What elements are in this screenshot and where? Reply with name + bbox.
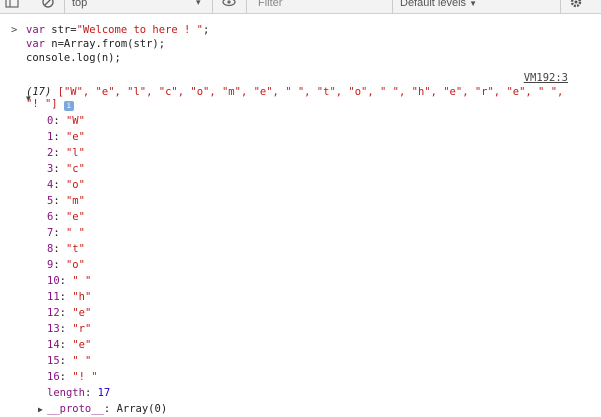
array-entry: 3: "c" — [47, 163, 85, 175]
array-entry: 9: "o" — [47, 259, 85, 271]
array-entry: 6: "e" — [47, 211, 85, 223]
entry-index: 6 — [47, 211, 54, 223]
eye-icon[interactable] — [221, 0, 237, 12]
entry-index: 0 — [47, 115, 54, 127]
entry-value: " " — [72, 275, 92, 287]
entry-index: 7 — [47, 227, 54, 239]
code-token: str= — [44, 24, 77, 36]
entry-value: " " — [65, 227, 85, 239]
array-entry: 15: " " — [47, 355, 92, 367]
array-entry: 16: "! " — [47, 371, 98, 383]
toolbar-divider — [560, 0, 561, 13]
array-entry: 14: "e" — [47, 339, 92, 351]
code-line: var str="Welcome to here ! "; — [26, 24, 209, 36]
dropdown-arrow-icon: ▼ — [469, 0, 478, 8]
toolbar-divider — [392, 0, 393, 13]
expand-triangle-icon[interactable]: ▶ — [38, 405, 43, 414]
entry-value: "h" — [72, 291, 92, 303]
array-entry: 8: "t" — [47, 243, 85, 255]
property-value: Array(0) — [116, 403, 168, 415]
entry-index: 5 — [47, 195, 54, 207]
entry-index: 3 — [47, 163, 54, 175]
sidebar-toggle-icon[interactable] — [4, 0, 20, 12]
array-summary[interactable]: (17) ["W", "e", "l", "c", "o", "m", "e",… — [26, 86, 571, 111]
entry-value: "e" — [65, 211, 85, 223]
array-preview: ["W", "e", "l", "c", "o", "m", "e", " ",… — [26, 86, 564, 110]
code-line: var n=Array.from(str); — [26, 38, 165, 50]
entry-index: 15 — [47, 355, 60, 367]
property-key: __proto__ — [47, 403, 104, 415]
toolbar-divider — [64, 0, 65, 13]
length-property: length: 17 — [47, 387, 111, 399]
entry-index: 4 — [47, 179, 54, 191]
property-key: length — [47, 387, 85, 399]
entry-value: "e" — [72, 307, 92, 319]
code-token: var — [26, 38, 45, 50]
entry-index: 9 — [47, 259, 54, 271]
entry-value: "c" — [65, 163, 85, 175]
info-icon[interactable]: i — [63, 101, 74, 111]
entry-index: 16 — [47, 371, 60, 383]
array-entry: 0: "W" — [47, 115, 85, 127]
input-prompt-icon: > — [11, 24, 18, 36]
entry-index: 2 — [47, 147, 54, 159]
entry-value: "! " — [72, 371, 98, 383]
code-token: var — [26, 24, 45, 36]
entry-value: " " — [72, 355, 92, 367]
toolbar-divider — [212, 0, 213, 13]
array-count: (17) — [26, 86, 52, 98]
source-link[interactable]: VM192:3 — [524, 72, 568, 84]
code-line: console.log(n); — [26, 52, 121, 64]
code-token: n=Array.from(str); — [44, 38, 166, 50]
array-entry: 1: "e" — [47, 131, 85, 143]
array-entry: 4: "o" — [47, 179, 85, 191]
property-value: 17 — [97, 387, 111, 399]
entry-index: 10 — [47, 275, 60, 287]
context-selector[interactable]: top — [72, 0, 87, 9]
entry-value: "e" — [72, 339, 92, 351]
log-levels-label: Default levels — [400, 0, 467, 9]
array-entry: 5: "m" — [47, 195, 85, 207]
entry-value: "l" — [65, 147, 85, 159]
entry-value: "r" — [72, 323, 92, 335]
array-entry: 10: " " — [47, 275, 92, 287]
toolbar-divider — [246, 0, 247, 13]
console-toolbar: top ▾ Filter Default levels ▼ — [0, 0, 601, 14]
entry-index: 8 — [47, 243, 54, 255]
array-entry: 13: "r" — [47, 323, 92, 335]
entry-value: "e" — [65, 131, 85, 143]
entry-index: 14 — [47, 339, 60, 351]
array-entry: 12: "e" — [47, 307, 92, 319]
code-token: "Welcome to here ! " — [76, 24, 204, 36]
code-token: ; — [203, 24, 210, 36]
proto-property[interactable]: __proto__: Array(0) — [47, 403, 167, 415]
array-entry: 7: " " — [47, 227, 85, 239]
entry-value: "W" — [65, 115, 85, 127]
entry-index: 12 — [47, 307, 60, 319]
entry-value: "o" — [65, 259, 85, 271]
entry-index: 1 — [47, 131, 54, 143]
filter-input[interactable]: Filter — [258, 0, 282, 9]
gear-icon[interactable] — [568, 0, 584, 12]
code-token: console.log(n); — [26, 52, 121, 64]
entry-value: "t" — [65, 243, 85, 255]
entry-index: 13 — [47, 323, 60, 335]
entry-index: 11 — [47, 291, 60, 303]
log-levels-dropdown[interactable]: Default levels ▼ — [400, 0, 477, 9]
clear-console-icon[interactable] — [40, 0, 56, 12]
entry-value: "o" — [65, 179, 85, 191]
entry-value: "m" — [65, 195, 85, 207]
array-entry: 11: "h" — [47, 291, 92, 303]
chevron-down-icon[interactable]: ▾ — [196, 0, 201, 8]
array-entry: 2: "l" — [47, 147, 85, 159]
